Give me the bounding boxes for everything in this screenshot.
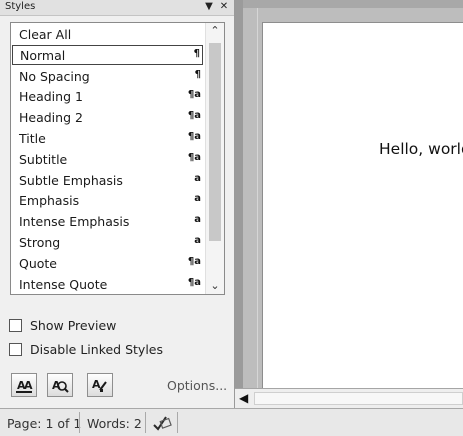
proofing-check-icon[interactable]: [151, 412, 173, 433]
options-link[interactable]: Options...: [167, 378, 227, 393]
style-item-label: Heading 2: [19, 110, 83, 126]
show-preview-label: Show Preview: [30, 318, 117, 333]
styles-pane: Styles ▼ ✕ Clear All Normal ¶ No Spacing ¶ He…: [0, 0, 235, 408]
status-divider: [145, 412, 146, 433]
style-inspector-button[interactable]: A: [47, 373, 73, 397]
style-item[interactable]: Normal ¶: [12, 44, 203, 65]
style-item[interactable]: Strong a: [11, 232, 204, 252]
style-item-label: Emphasis: [19, 193, 80, 209]
style-item[interactable]: Quote ¶a: [11, 253, 204, 273]
style-type-icon: ¶a: [187, 276, 201, 288]
style-item-label: Subtle Emphasis: [19, 172, 123, 188]
styles-list-scrollbar[interactable]: ⌃ ⌄: [205, 23, 224, 294]
document-text[interactable]: Hello, world: [379, 140, 463, 158]
style-type-icon: ¶a: [187, 151, 201, 163]
disable-linked-styles-checkbox[interactable]: [9, 343, 22, 356]
style-item[interactable]: No Spacing ¶: [11, 66, 204, 86]
horizontal-scroll-track[interactable]: [254, 392, 463, 405]
manage-styles-button[interactable]: A: [87, 373, 113, 397]
pane-close-icon[interactable]: ✕: [218, 0, 230, 14]
style-item-label: Heading 1: [19, 89, 83, 105]
style-item-label: No Spacing: [19, 68, 90, 84]
scroll-up-icon[interactable]: ⌃: [206, 23, 224, 39]
style-type-icon: ¶: [194, 68, 201, 80]
style-item-label: Subtitle: [19, 151, 68, 167]
show-preview-checkbox[interactable]: [9, 319, 22, 332]
pane-options-dropdown-icon[interactable]: ▼: [203, 0, 215, 14]
scrollbar-thumb[interactable]: [209, 43, 221, 241]
styles-list[interactable]: Clear All Normal ¶ No Spacing ¶ Heading 1 ¶a He…: [10, 22, 225, 295]
style-item-label: Title: [19, 131, 46, 146]
style-item[interactable]: Clear All: [11, 24, 204, 44]
style-item-label: Intense Quote: [19, 276, 108, 292]
style-item[interactable]: Heading 1 ¶a: [11, 86, 204, 106]
styles-pane-title: Styles: [5, 1, 36, 12]
style-item[interactable]: Subtitle ¶a: [11, 149, 204, 169]
style-item[interactable]: Intense Quote ¶a: [11, 274, 204, 294]
style-type-icon: a: [194, 193, 201, 205]
scroll-left-icon[interactable]: ◀: [239, 391, 248, 405]
styles-pane-header: Styles ▼ ✕: [0, 0, 234, 16]
style-type-icon: ¶a: [187, 131, 201, 142]
document-page[interactable]: Hello, world: [262, 22, 463, 389]
style-item-label: Quote: [19, 255, 58, 271]
style-item-label: Normal: [20, 47, 66, 63]
horizontal-ruler: [243, 0, 463, 8]
scroll-down-icon[interactable]: ⌄: [206, 278, 224, 294]
page-count[interactable]: Page: 1 of 1: [7, 416, 81, 431]
style-item[interactable]: Subtle Emphasis a: [11, 170, 204, 190]
new-style-button[interactable]: A A: [11, 373, 37, 397]
style-type-icon: ¶a: [187, 110, 201, 122]
manage-styles-icon: A: [92, 378, 107, 392]
word-count[interactable]: Words: 2: [87, 416, 142, 431]
style-item[interactable]: Title ¶a: [11, 128, 204, 148]
disable-linked-styles-label: Disable Linked Styles: [30, 342, 164, 357]
svg-text:A: A: [24, 379, 33, 392]
document-area: Hello, world ◀: [235, 0, 463, 409]
style-type-icon: a: [194, 172, 201, 184]
status-bar: Page: 1 of 1 Words: 2: [0, 408, 463, 436]
status-divider: [79, 412, 80, 433]
style-type-icon: ¶a: [187, 89, 201, 101]
style-type-icon: ¶a: [187, 255, 201, 267]
status-divider: [177, 412, 178, 433]
style-type-icon: a: [194, 235, 201, 246]
style-item-label: Strong: [19, 235, 61, 250]
style-type-icon: a: [194, 214, 201, 226]
word-window: Styles ▼ ✕ Clear All Normal ¶ No Spacing ¶ He…: [0, 0, 463, 436]
style-type-icon: ¶: [193, 47, 200, 59]
style-item[interactable]: Intense Emphasis a: [11, 211, 204, 231]
style-item-label: Clear All: [19, 27, 72, 42]
style-item[interactable]: Heading 2 ¶a: [11, 107, 204, 127]
horizontal-scrollbar[interactable]: ◀: [235, 388, 463, 409]
new-style-icon: A A: [16, 379, 33, 393]
vertical-ruler: [235, 0, 243, 388]
style-item-label: Intense Emphasis: [19, 214, 130, 230]
style-inspector-icon: A: [52, 379, 69, 393]
style-item[interactable]: Emphasis a: [11, 190, 204, 210]
page-shadow-line: [257, 8, 258, 388]
